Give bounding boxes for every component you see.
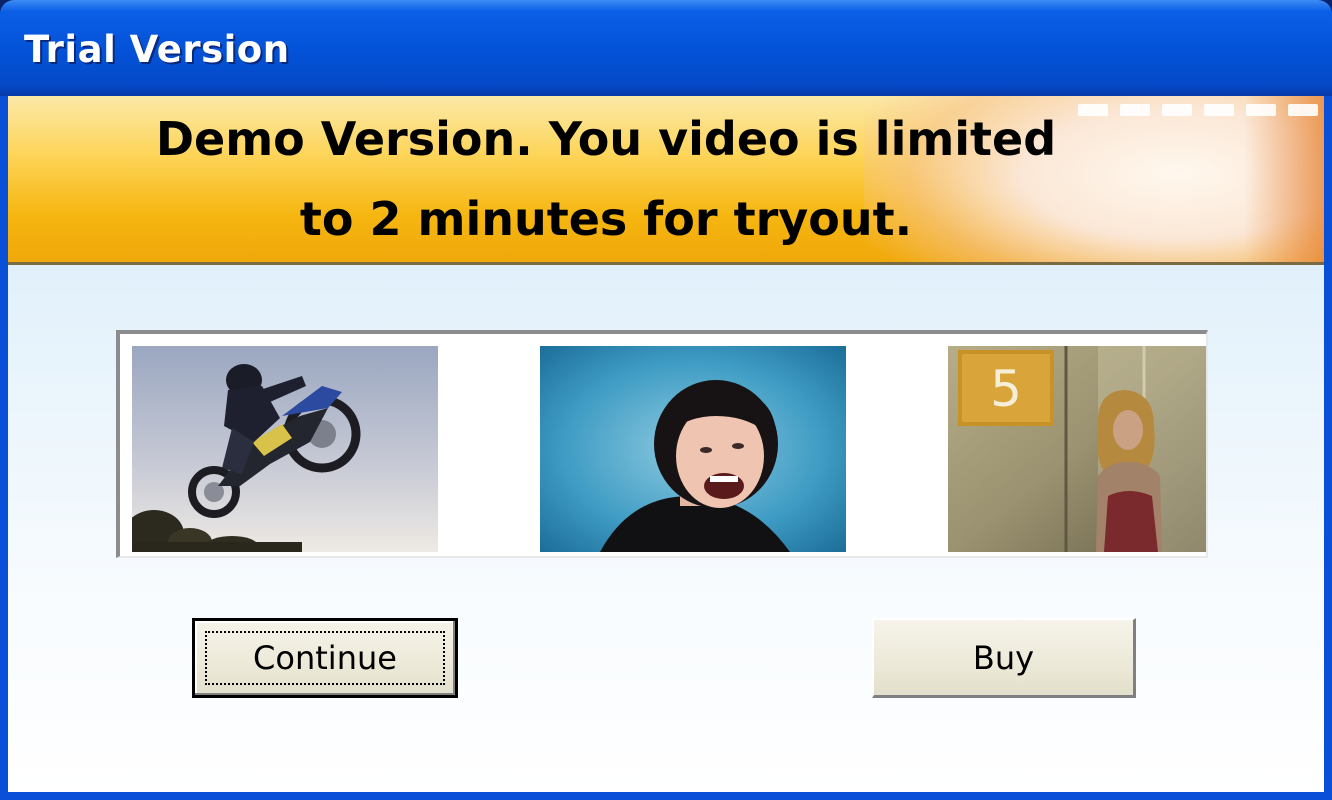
woman-elevator-thumbnail: 5: [948, 346, 1206, 552]
motocross-jump-thumbnail: [132, 346, 438, 552]
buy-button-label: Buy: [972, 638, 1035, 677]
title-bar[interactable]: Trial Version: [0, 0, 1332, 96]
continue-button[interactable]: Continue: [192, 618, 458, 698]
laughing-woman-thumbnail: [540, 346, 846, 552]
dialog-content: Demo Version. You video is limited to 2 …: [8, 96, 1324, 792]
banner-message-line-1: Demo Version. You video is limited: [155, 112, 1057, 166]
trial-version-dialog: Trial Version Demo Version. You video is…: [0, 0, 1332, 800]
buy-button[interactable]: Buy: [872, 618, 1136, 698]
window-title: Trial Version: [24, 28, 290, 71]
focus-rectangle: [205, 631, 445, 685]
thumbnail-panel: 5: [116, 330, 1208, 558]
banner-message-line-2: to 2 minutes for tryout.: [299, 192, 913, 246]
demo-banner: Demo Version. You video is limited to 2 …: [8, 96, 1324, 265]
floor-number-sign: 5: [990, 360, 1022, 418]
